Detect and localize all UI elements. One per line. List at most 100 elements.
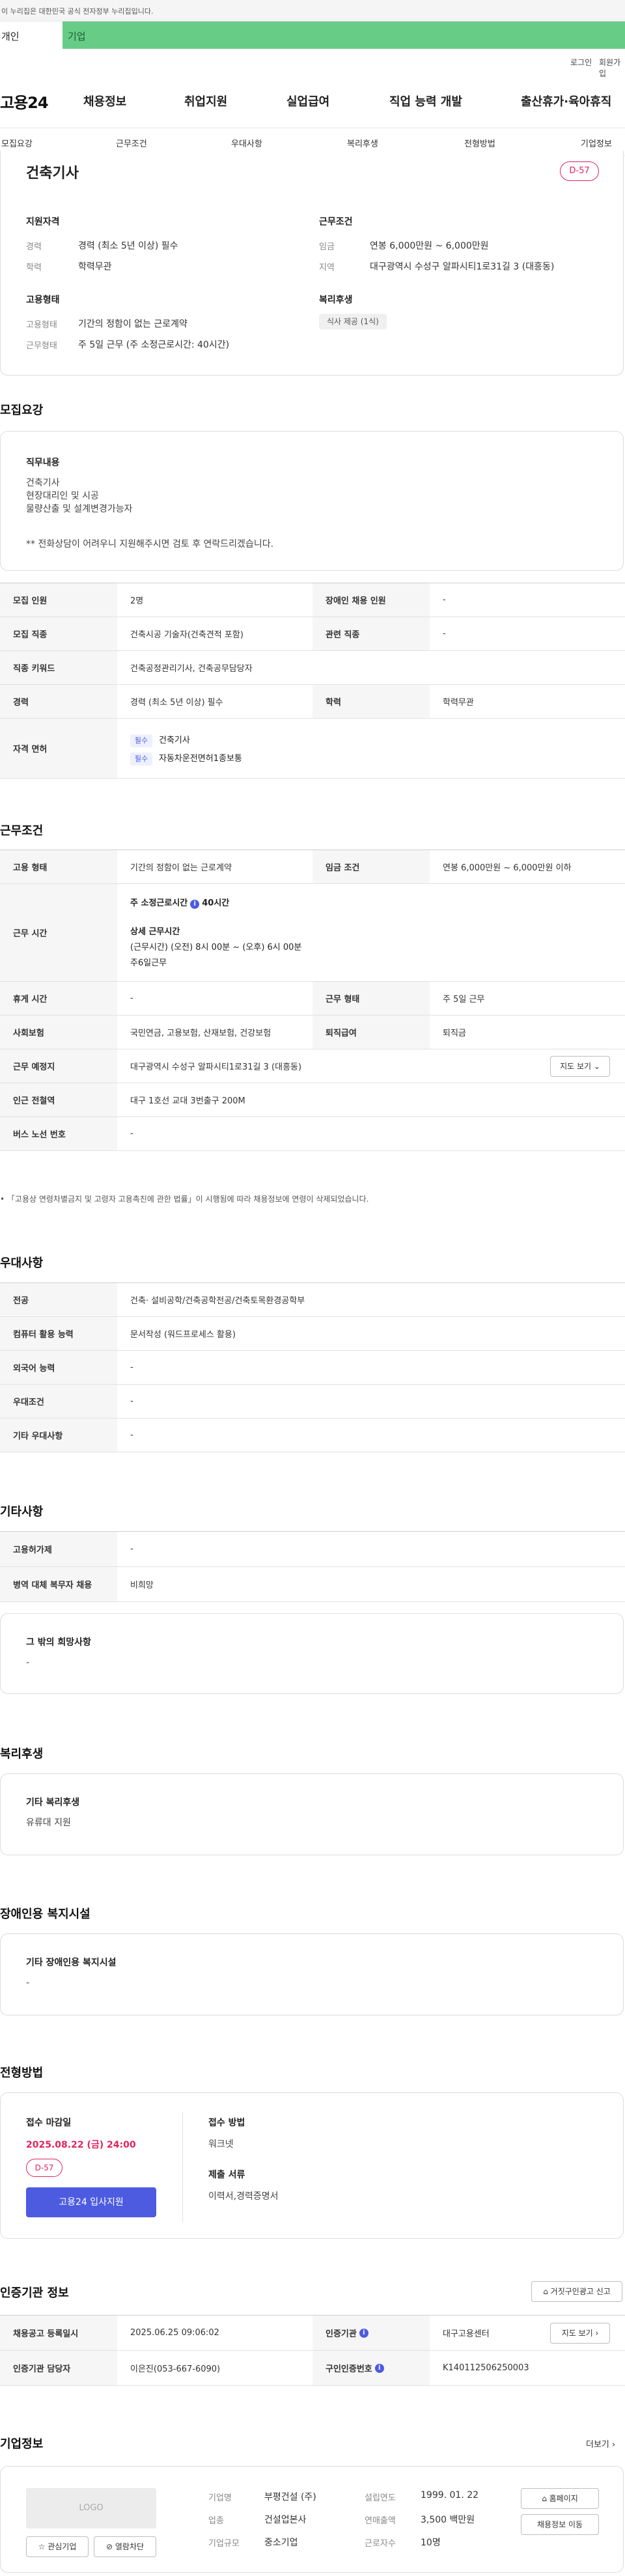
table-header: 관련 직종 xyxy=(312,617,430,650)
section-nav-work[interactable]: 근무조건 xyxy=(116,137,147,149)
favorite-company-button[interactable]: ☆ 관심기업 xyxy=(26,2536,89,2557)
table-header: 학력 xyxy=(312,685,430,718)
tab-individual[interactable]: 개인 xyxy=(0,21,62,49)
table-row: 전공 건축· 설비공학/건축공학전공/건축토목환경공학부 xyxy=(0,1283,625,1317)
table-header: 사회보험 xyxy=(0,1016,117,1049)
summary-value: 주 5일 근무 (주 소정근로시간: 40시간) xyxy=(78,340,230,350)
section-title-work: 근무조건 xyxy=(0,824,44,838)
summary-value: 학력무관 xyxy=(78,262,112,272)
gnb-item-jobs[interactable]: 채용정보 xyxy=(83,92,126,109)
site-logo[interactable]: 고용24 xyxy=(0,90,49,113)
table-header: 고용허가제 xyxy=(0,1532,117,1566)
map-button-label: 지도 보기 xyxy=(560,1062,592,1071)
table-header: 인근 전철역 xyxy=(0,1083,117,1116)
hope-box xyxy=(0,1613,624,1694)
table-row: 외국어 능력 - xyxy=(0,1351,625,1385)
block-label: 열람차단 xyxy=(115,2542,145,2551)
table-cell: - xyxy=(130,1396,133,1406)
table-header: 컴퓨터 활용 능력 xyxy=(0,1317,117,1350)
license-item: 필수 자동차운전면허1종보통 xyxy=(130,751,242,766)
login-link[interactable]: 로그인 xyxy=(570,57,592,68)
dday-badge: D-57 xyxy=(26,2159,62,2177)
table-cell: - xyxy=(130,1430,133,1440)
signup-link[interactable]: 회원가입 xyxy=(599,57,625,79)
section-nav-welfare[interactable]: 복리후생 xyxy=(347,137,378,149)
table-row: 고용 형태 기간의 정함이 없는 근로계약 임금 조건 연봉 6,000만원 ~… xyxy=(0,850,625,884)
gnb-item-unemployment-benefit[interactable]: 실업급여 xyxy=(286,92,329,109)
table-header: 병역 대체 복무자 채용 xyxy=(0,1567,117,1601)
summary-key: 근무형태 xyxy=(26,341,57,351)
table-header: 근무 형태 xyxy=(312,982,430,1015)
docs-label: 제출 서류 xyxy=(208,2170,245,2180)
table-cell: 대구 1호선 교대 3번출구 200M xyxy=(130,1096,245,1106)
table-cell: 2025.06.25 09:06:02 xyxy=(130,2328,219,2338)
company-logo: LOGO xyxy=(26,2488,156,2528)
gnb-item-employment-support[interactable]: 취업지원 xyxy=(184,92,227,109)
section-nav-preference[interactable]: 우대사항 xyxy=(231,137,262,149)
table-cell: - xyxy=(130,993,133,1003)
section-nav-recruit[interactable]: 모집요강 xyxy=(1,137,33,149)
company-jobs-button[interactable]: 채용정보 이동 xyxy=(521,2514,599,2535)
table-header: 모집 직종 xyxy=(0,617,117,650)
section-title-process: 전형방법 xyxy=(0,2066,44,2080)
table-row: 병역 대체 복무자 채용 비희망 xyxy=(0,1567,625,1602)
cert-map-button[interactable]: 지도 보기 › xyxy=(550,2323,610,2344)
dday-badge: D-57 xyxy=(560,161,599,181)
info-icon[interactable]: i xyxy=(374,2363,384,2373)
license-item: 필수 건축기사 xyxy=(130,733,190,747)
company-more-link[interactable]: 더보기 › xyxy=(586,2437,615,2450)
apply-button[interactable]: 고용24 입사지원 xyxy=(26,2187,156,2217)
facility-value: - xyxy=(26,1978,30,1988)
section-title-welfare: 복리후생 xyxy=(0,1747,44,1761)
star-icon: ☆ xyxy=(38,2542,46,2551)
gnb-item-job-training[interactable]: 직업 능력 개발 xyxy=(389,92,462,109)
home-icon: ⌂ xyxy=(542,2494,547,2503)
table-header: 우대조건 xyxy=(0,1385,117,1418)
welfare-label: 기타 복리후생 xyxy=(26,1797,80,1808)
homepage-button[interactable]: ⌂ 홈페이지 xyxy=(521,2488,599,2509)
info-icon[interactable]: i xyxy=(359,2328,368,2338)
company-value: 1999. 01. 22 xyxy=(421,2490,479,2500)
table-row: 자격 면허 필수 건축기사 필수 자동차운전면허1종보통 xyxy=(0,719,625,779)
table-row: 인증기관 담당자 이은진(053-667-6090) 구인인증번호 i K1401… xyxy=(0,2351,625,2386)
license-name: 건축기사 xyxy=(159,736,190,745)
cert-org-label: 인증기관 xyxy=(326,2329,357,2339)
table-cell: 학력무관 xyxy=(443,698,474,708)
table-cell: 퇴직금 xyxy=(443,1029,466,1038)
map-button[interactable]: 지도 보기 ⌄ xyxy=(550,1056,610,1077)
table-cell: 이은진(053-667-6090) xyxy=(130,2364,221,2374)
table-header: 고용 형태 xyxy=(0,850,117,883)
method-value: 워크넷 xyxy=(208,2139,234,2150)
duty-line: 현장대리인 및 시공 xyxy=(26,491,99,501)
summary-value: 대구광역시 수성구 알파시티1로31길 3 (대흥동) xyxy=(370,262,555,272)
license-name: 자동차운전면허1종보통 xyxy=(159,754,242,764)
required-tag: 필수 xyxy=(130,734,152,747)
table-header: 인증기관 담당자 xyxy=(0,2351,117,2385)
info-icon[interactable]: i xyxy=(190,900,200,909)
section-nav-company[interactable]: 기업정보 xyxy=(581,137,612,149)
table-cell: K140112506250003 xyxy=(443,2363,529,2373)
company-value: 건설업본사 xyxy=(264,2515,307,2525)
table-row: 근무 시간 주 소정근로시간 i 40시간 상세 근무시간 (근무시간) (오전) … xyxy=(0,884,625,982)
company-value: 10명 xyxy=(421,2538,441,2548)
homepage-label: 홈페이지 xyxy=(549,2494,578,2503)
section-nav-process[interactable]: 전형방법 xyxy=(464,137,495,149)
company-value: 중소기업 xyxy=(264,2538,298,2548)
table-header: 근무 시간 xyxy=(0,884,117,981)
table-cell: 문서작성 (워드프로세스 활용) xyxy=(130,1330,236,1340)
table-header: 경력 xyxy=(0,685,117,718)
company-key: 업종 xyxy=(208,2516,224,2526)
qual-heading: 지원자격 xyxy=(26,217,60,227)
block-company-button[interactable]: ⊘ 열람차단 xyxy=(94,2536,156,2557)
table-row: 버스 노선 번호 - xyxy=(0,1117,625,1151)
tab-business[interactable]: 기업 xyxy=(68,29,86,43)
summary-key: 지역 xyxy=(319,263,335,273)
company-key: 기업명 xyxy=(208,2493,232,2503)
chevron-down-icon: ⌄ xyxy=(593,1062,600,1071)
report-fake-ad-button[interactable]: ⌂ 거짓구인광고 신고 xyxy=(531,2281,622,2302)
table-cell: - xyxy=(130,1129,133,1139)
report-button-label: 거짓구인광고 신고 xyxy=(550,2287,611,2296)
map-button-label: 지도 보기 xyxy=(561,2329,593,2338)
gnb-item-parental-leave[interactable]: 출산휴가·육아휴직 xyxy=(521,92,611,109)
table-cell: 주 5일 근무 xyxy=(443,995,485,1004)
